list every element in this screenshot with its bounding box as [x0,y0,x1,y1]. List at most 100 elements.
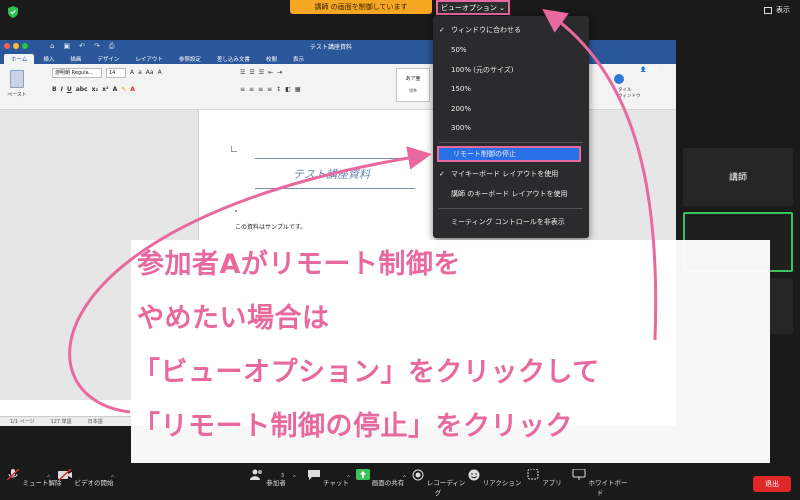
view-option-button[interactable]: ビューオプション ⌄ [436,0,510,15]
shading-icon[interactable]: ◧ [285,86,291,93]
reaction-icon [468,469,480,481]
undo-icon[interactable]: ↶ [79,42,85,51]
justify-icon[interactable]: ≡ [267,86,272,93]
apps-button[interactable]: アプリ [516,468,572,487]
borders-icon[interactable]: ▦ [295,86,301,93]
font-color-icon[interactable]: A [130,86,135,93]
word-tab[interactable]: 描画 [63,54,88,64]
strikethrough-icon[interactable]: abc [76,86,88,93]
grid-view-icon [764,6,772,14]
numbered-list-icon[interactable]: ☰ [249,69,254,76]
reactions-button[interactable]: リアクション [466,469,522,487]
word-tab[interactable]: 参照設定 [172,54,208,64]
word-tab[interactable]: 校閲 [259,54,284,64]
align-left-icon[interactable]: ≡ [240,86,245,93]
callout-line-3: 「ビューオプション」をクリックして [133,357,600,388]
minimize-icon[interactable] [13,43,19,49]
style-normal[interactable]: あア亜 標準 [396,68,430,102]
title-border-top [255,158,415,159]
share-button[interactable]: 👤 共有 [640,66,668,73]
decrease-indent-icon[interactable]: ⇤ [268,69,273,76]
chevron-up-icon[interactable]: ^ [110,475,115,482]
menu-hide-meeting-controls[interactable]: ミーティング コントロールを非表示 [433,214,589,230]
shrink-font-icon[interactable]: a [138,69,142,76]
meeting-toolbar: ミュート解除 ^ ビデオの開始 ^ 参加者 3 ^ チャット ^ 画面の共有 ^… [0,465,800,500]
menu-use-my-keyboard[interactable]: ✓ マイキーボード レイアウトを使用 [433,166,589,182]
line-spacing-icon[interactable]: ↕ [276,86,281,93]
maximize-icon[interactable] [22,43,28,49]
chevron-up-icon[interactable]: ^ [402,475,407,482]
participant-tile-host[interactable]: 講師 [683,148,793,206]
participants-count: 3 [280,473,284,479]
menu-zoom-150[interactable]: 150% [433,81,589,97]
chevron-up-icon[interactable]: ^ [292,475,297,482]
underline-icon[interactable]: U [67,86,72,93]
paste-label: ペースト [7,92,27,98]
print-icon[interactable]: ⎙ [109,42,115,51]
chevron-up-icon[interactable]: ^ [346,475,351,482]
status-language: 日本語 [87,419,103,425]
record-icon [412,469,424,481]
leave-button[interactable]: 退出 [753,476,791,492]
word-tab[interactable]: 表示 [286,54,311,64]
multilevel-list-icon[interactable]: ☰ [259,69,264,76]
chevron-up-icon[interactable]: ^ [46,475,51,482]
bold-icon[interactable]: B [52,86,57,93]
redo-icon[interactable]: ↷ [94,42,100,51]
menu-separator [439,208,583,209]
status-page: 1/1 ページ [10,419,35,425]
tile-window-icon[interactable] [614,74,624,84]
subscript-icon[interactable]: x₂ [92,86,99,93]
align-center-icon[interactable]: ≡ [249,86,254,93]
superscript-icon[interactable]: x² [102,86,109,93]
text-effects-icon[interactable]: A [113,86,118,93]
style-preview: あア亜 [405,76,421,82]
start-video-button[interactable]: ビデオの開始 [58,468,114,487]
record-button[interactable]: レコーディング [410,469,466,497]
change-case-icon[interactable]: Aa [146,69,154,76]
close-icon[interactable] [4,43,10,49]
participants-icon [250,469,263,480]
align-right-icon[interactable]: ≡ [258,86,263,93]
whiteboard-icon [572,468,586,480]
bullet-list-icon[interactable]: ☰ [240,69,245,76]
security-shield-icon [8,6,18,18]
word-tab[interactable]: 挿入 [36,54,61,64]
increase-indent-icon[interactable]: ⇥ [277,69,282,76]
word-tab[interactable]: デザイン [90,54,126,64]
menu-stop-remote-control[interactable]: リモート制御の停止 [437,146,581,162]
menu-use-host-keyboard[interactable]: 講師 のキーボード レイアウトを使用 [433,186,589,202]
menu-zoom-100[interactable]: 100% (元のサイズ) [433,62,589,78]
view-layout-button[interactable]: 表示 [764,5,790,15]
paragraph-list-controls: ☰ ☰ ☰ ⇤ ⇥ [240,69,282,76]
mic-muted-icon [6,468,20,481]
unmute-button[interactable]: ミュート解除 [6,468,62,487]
paste-button[interactable]: ペースト [4,68,30,104]
font-name-select[interactable]: 游明朝 Regula... [52,68,102,78]
home-icon[interactable]: ⌂ [50,42,54,51]
menu-fit-window[interactable]: ✓ ウィンドウに合わせる [433,22,589,38]
menu-zoom-300[interactable]: 300% [433,120,589,136]
italic-icon[interactable]: I [61,86,63,93]
save-icon[interactable]: ▣ [63,42,70,51]
document-body-text[interactable]: この資料はサンプルです。 [235,222,306,231]
document-heading[interactable]: テスト講座資料 [293,166,370,182]
font-size-select[interactable]: 14 [106,68,126,78]
font-format-controls: B I U abc x₂ x² A ✎ A [52,86,135,93]
chevron-down-icon: ⌄ [499,4,506,12]
grow-font-icon[interactable]: A [130,69,134,76]
share-screen-button[interactable]: 画面の共有 [352,469,408,487]
participants-button[interactable]: 参加者 3 [240,469,296,487]
word-tab[interactable]: ホーム [4,54,35,64]
view-option-label: ビューオプション [440,4,497,12]
clear-format-icon[interactable]: A [158,69,162,76]
highlight-icon[interactable]: ✎ [121,86,126,93]
word-tab[interactable]: 差し込み文書 [210,54,257,64]
share-person-icon: 👤 [640,67,647,73]
word-tab[interactable]: レイアウト [128,54,170,64]
whiteboard-button[interactable]: ホワイトボード [572,468,628,497]
status-words: 127 単語 [50,419,72,425]
menu-zoom-50[interactable]: 50% [433,42,589,58]
menu-zoom-200[interactable]: 200% [433,101,589,117]
margin-corner-mark [231,146,237,152]
